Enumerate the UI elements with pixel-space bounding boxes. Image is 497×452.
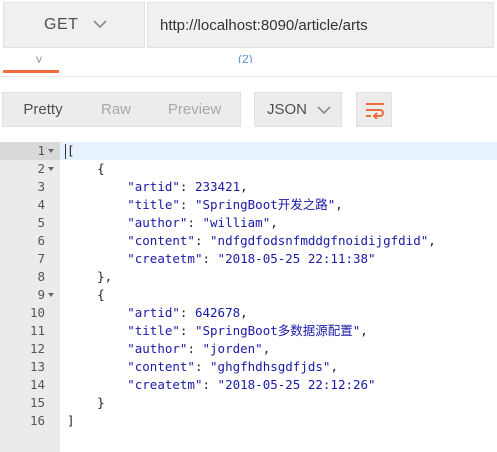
wrap-lines-button[interactable] — [356, 92, 392, 127]
code-text: { — [67, 161, 105, 176]
chevron-down-icon — [93, 20, 107, 29]
code-line: 9 { — [0, 286, 497, 304]
line-number: 7 — [37, 251, 45, 266]
line-number: 13 — [29, 359, 45, 374]
code-text: "content": "ndfgdfodsnfmddgfnoidijgfdid"… — [127, 233, 436, 248]
format-select[interactable]: JSON — [254, 92, 342, 127]
code-text: "title": "SpringBoot开发之路", — [127, 197, 343, 212]
code-line: 3 "artid": 233421, — [0, 178, 497, 196]
code-text: "author": "jorden", — [127, 341, 271, 356]
line-number: 8 — [37, 269, 45, 284]
line-number: 16 — [29, 413, 45, 428]
code-text: "author": "william", — [127, 215, 278, 230]
code-text: "content": "ghgfhdhsgdfjds", — [127, 359, 338, 374]
fold-arrow-icon[interactable] — [48, 293, 54, 297]
code-text: { — [67, 287, 105, 302]
line-number: 9 — [37, 287, 45, 302]
code-text: "artid": 233421, — [127, 179, 248, 194]
line-number: 10 — [29, 305, 45, 320]
code-text: [ — [67, 143, 75, 158]
method-label: GET — [44, 16, 79, 33]
code-line: 12 "author": "jorden", — [0, 340, 497, 358]
line-number: 15 — [29, 395, 45, 410]
line-number: 11 — [29, 323, 45, 338]
code-line: 1[ — [0, 142, 497, 160]
url-input[interactable]: http://localhost:8090/article/arts — [147, 2, 494, 48]
code-line: 4 "title": "SpringBoot开发之路", — [0, 196, 497, 214]
format-label: JSON — [267, 101, 308, 118]
code-line: 10 "artid": 642678, — [0, 304, 497, 322]
code-line: 11 "title": "SpringBoot多数据源配置", — [0, 322, 497, 340]
method-select[interactable]: GET — [3, 2, 145, 48]
code-line: 2 { — [0, 160, 497, 178]
code-line: 6 "content": "ndfgdfodsnfmddgfnoidijgfdi… — [0, 232, 497, 250]
chevron-down-icon — [317, 106, 331, 115]
code-text: "title": "SpringBoot多数据源配置", — [127, 323, 368, 338]
line-number: 3 — [37, 179, 45, 194]
code-text: "createtm": "2018-05-25 22:11:38" — [127, 251, 376, 266]
fold-arrow-icon[interactable] — [48, 149, 54, 153]
line-number: 12 — [29, 341, 45, 356]
code-text: "artid": 642678, — [127, 305, 248, 320]
view-mode-group: Pretty Raw Preview — [2, 92, 241, 127]
code-line: 13 "content": "ghgfhdhsgdfjds", — [0, 358, 497, 376]
url-text: http://localhost:8090/article/arts — [160, 16, 368, 34]
pretty-button[interactable]: Pretty — [3, 93, 83, 126]
request-bar: GET http://localhost:8090/article/arts — [0, 0, 497, 52]
tab-headers-fragment[interactable]: (2) — [238, 55, 253, 63]
code-text: } — [67, 395, 105, 410]
code-text: "createtm": "2018-05-25 22:12:26" — [127, 377, 376, 392]
line-number: 1 — [37, 143, 45, 158]
line-number: 4 — [37, 197, 45, 212]
fold-arrow-icon[interactable] — [48, 167, 54, 171]
wrap-lines-icon — [366, 103, 384, 119]
code-line: 16] — [0, 412, 497, 430]
preview-button[interactable]: Preview — [149, 93, 240, 126]
line-number: 6 — [37, 233, 45, 248]
code-line: 8 }, — [0, 268, 497, 286]
code-line: 5 "author": "william", — [0, 214, 497, 232]
code-text: }, — [67, 269, 113, 284]
code-line: 14 "createtm": "2018-05-25 22:12:26" — [0, 376, 497, 394]
code-text: ] — [67, 413, 75, 428]
text-cursor — [65, 144, 66, 159]
code-line: 7 "createtm": "2018-05-25 22:11:38" — [0, 250, 497, 268]
active-tab-indicator — [3, 70, 59, 73]
code-line: 15 } — [0, 394, 497, 412]
tab-body-fragment[interactable]: y — [36, 55, 42, 63]
response-body-editor[interactable]: 1[2 {3 "artid": 233421, 4 "title": "Sprin… — [0, 142, 497, 452]
raw-button[interactable]: Raw — [83, 93, 149, 126]
line-number: 2 — [37, 161, 45, 176]
line-number: 14 — [29, 377, 45, 392]
line-number: 5 — [37, 215, 45, 230]
